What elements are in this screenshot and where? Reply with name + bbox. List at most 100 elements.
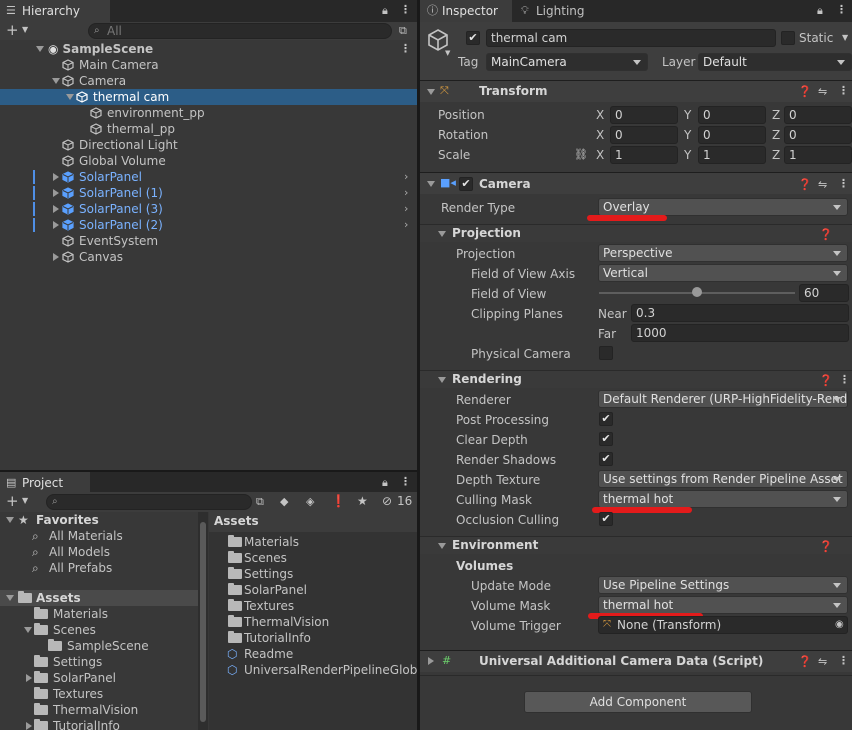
renderer-dropdown[interactable]: Default Renderer (URP-HighFidelity-Rende… [598, 390, 848, 408]
foldout-arrow[interactable] [428, 657, 434, 665]
help-icon[interactable]: ❓ [819, 540, 833, 553]
add-icon[interactable]: + [6, 23, 19, 38]
foldout-arrow[interactable] [53, 189, 59, 197]
preset-icon[interactable]: ⇋ [818, 178, 827, 191]
asset-item[interactable]: ThermalVision [209, 614, 417, 630]
rotation-x-field[interactable]: 0 [610, 126, 678, 144]
scene-visibility-icon[interactable]: ⧉ [399, 25, 407, 36]
foldout-arrow[interactable] [53, 173, 59, 181]
preset-icon[interactable]: ⇋ [818, 85, 827, 98]
rendering-section-header[interactable]: Rendering ❓ ⋮ [420, 370, 852, 388]
help-icon[interactable]: ❓ [798, 178, 812, 191]
camera-header[interactable]: ■◂ ✔ Camera ❓ ⇋ ⋮ [420, 172, 852, 194]
hierarchy-item[interactable]: environment_pp [0, 105, 417, 121]
foldout-arrow[interactable] [53, 221, 59, 229]
lock-icon[interactable]: 🔒︎ [382, 5, 388, 16]
scale-y-field[interactable]: 1 [698, 146, 766, 164]
component-menu-icon[interactable]: ⋮ [838, 177, 849, 190]
projection-dropdown[interactable]: Perspective [598, 244, 848, 262]
add-component-button[interactable]: Add Component [524, 691, 752, 713]
foldout-arrow[interactable] [427, 181, 435, 187]
hidden-packages-icon[interactable]: ⊘ [382, 495, 392, 507]
icon-dropdown-icon[interactable]: ▼ [445, 50, 450, 57]
object-picker-icon[interactable]: ◉ [835, 620, 844, 630]
asset-item[interactable]: ⬡ UniversalRenderPipelineGlobal [209, 662, 417, 678]
hierarchy-item[interactable]: SolarPanel (2) › [0, 217, 417, 233]
projection-section-header[interactable]: Projection ❓ [420, 224, 852, 242]
environment-section-header[interactable]: Environment ❓ [420, 536, 852, 554]
scrollbar-thumb[interactable] [200, 522, 206, 722]
scale-x-field[interactable]: 1 [610, 146, 678, 164]
hierarchy-item[interactable]: thermal cam [0, 89, 417, 105]
hierarchy-item[interactable]: Main Camera [0, 57, 417, 73]
hierarchy-item[interactable]: thermal_pp [0, 121, 417, 137]
asset-item[interactable]: SolarPanel [209, 582, 417, 598]
render-shadows-checkbox[interactable]: ✔ [599, 452, 613, 466]
foldout-arrow[interactable] [438, 543, 446, 549]
object-name-field[interactable]: thermal cam [486, 29, 776, 47]
project-folder[interactable]: SampleScene [0, 638, 198, 654]
component-menu-icon[interactable]: ⋮ [838, 654, 849, 667]
hierarchy-item[interactable]: SolarPanel (3) › [0, 201, 417, 217]
hierarchy-item[interactable]: ◉ SampleScene ⋮ [0, 41, 417, 57]
project-folder[interactable]: Settings [0, 654, 198, 670]
tag-dropdown[interactable]: MainCamera [486, 53, 648, 71]
fov-slider-thumb[interactable] [692, 287, 702, 297]
filter-label-icon[interactable]: ◈ [306, 496, 314, 507]
help-icon[interactable]: ❓ [798, 85, 812, 98]
section-menu-icon[interactable]: ⋮ [839, 373, 850, 386]
position-z-field[interactable]: 0 [784, 106, 852, 124]
prefab-open-chevron-icon[interactable]: › [404, 187, 408, 198]
render-type-dropdown[interactable]: Overlay [598, 198, 848, 216]
asset-item[interactable]: Materials [209, 534, 417, 550]
project-folder[interactable]: ThermalVision [0, 702, 198, 718]
lock-icon[interactable]: 🔒︎ [817, 5, 823, 16]
more-menu-icon[interactable]: ⋮ [400, 4, 411, 15]
project-folder[interactable]: Textures [0, 686, 198, 702]
hierarchy-item[interactable]: SolarPanel (1) › [0, 185, 417, 201]
volume-mask-dropdown[interactable]: thermal hot [598, 596, 848, 614]
help-icon[interactable]: ❓ [819, 228, 833, 241]
depth-texture-dropdown[interactable]: Use settings from Render Pipeline Asset [598, 470, 848, 488]
asset-item[interactable]: Scenes [209, 550, 417, 566]
more-menu-icon[interactable]: ⋮ [400, 476, 411, 487]
post-processing-checkbox[interactable]: ✔ [599, 412, 613, 426]
help-icon[interactable]: ❓ [798, 655, 812, 668]
help-icon[interactable]: ❓ [819, 374, 833, 387]
foldout-arrow[interactable] [438, 231, 446, 237]
foldout-arrow[interactable] [24, 627, 32, 633]
hierarchy-item[interactable]: Camera [0, 73, 417, 89]
add-dropdown-icon[interactable]: ▼ [22, 497, 28, 505]
scale-z-field[interactable]: 1 [784, 146, 852, 164]
position-y-field[interactable]: 0 [698, 106, 766, 124]
tab-lighting[interactable]: 💡︎ Lighting [514, 0, 600, 22]
prefab-open-chevron-icon[interactable]: › [404, 171, 408, 182]
hierarchy-item[interactable]: Canvas [0, 249, 417, 265]
lock-icon[interactable]: 🔒︎ [382, 477, 388, 488]
prefab-open-chevron-icon[interactable]: › [404, 219, 408, 230]
rotation-z-field[interactable]: 0 [784, 126, 852, 144]
update-mode-dropdown[interactable]: Use Pipeline Settings [598, 576, 848, 594]
favorites-header[interactable]: ★ Favorites [0, 512, 198, 528]
active-checkbox[interactable]: ✔ [466, 31, 480, 45]
component-menu-icon[interactable]: ⋮ [838, 84, 849, 97]
more-menu-icon[interactable]: ⋮ [836, 4, 847, 15]
additional-camera-data-header[interactable]: # Universal Additional Camera Data (Scri… [420, 650, 852, 672]
foldout-arrow[interactable] [53, 205, 59, 213]
asset-item[interactable]: ⬡ Readme [209, 646, 417, 662]
favorite-item[interactable]: ⌕ All Materials [0, 528, 198, 544]
static-dropdown-icon[interactable]: ▼ [842, 34, 848, 42]
hierarchy-item[interactable]: EventSystem [0, 233, 417, 249]
hierarchy-item[interactable]: Directional Light [0, 137, 417, 153]
project-folder[interactable]: Materials [0, 606, 198, 622]
filter-type-icon[interactable]: ◆ [280, 496, 288, 507]
project-tree-scrollbar[interactable] [198, 512, 208, 730]
far-field[interactable]: 1000 [631, 324, 849, 342]
filter-log-icon[interactable]: ❗ [331, 495, 346, 507]
favorite-item[interactable]: ⌕ All Prefabs [0, 560, 198, 576]
transform-header[interactable]: ⤧ Transform ❓ ⇋ ⋮ [420, 80, 852, 102]
camera-enabled-checkbox[interactable]: ✔ [459, 177, 473, 191]
constrain-proportions-icon[interactable]: ⛓︎ [574, 149, 588, 160]
tab-hierarchy[interactable]: ☰ Hierarchy [0, 0, 110, 22]
hierarchy-item[interactable]: SolarPanel › [0, 169, 417, 185]
